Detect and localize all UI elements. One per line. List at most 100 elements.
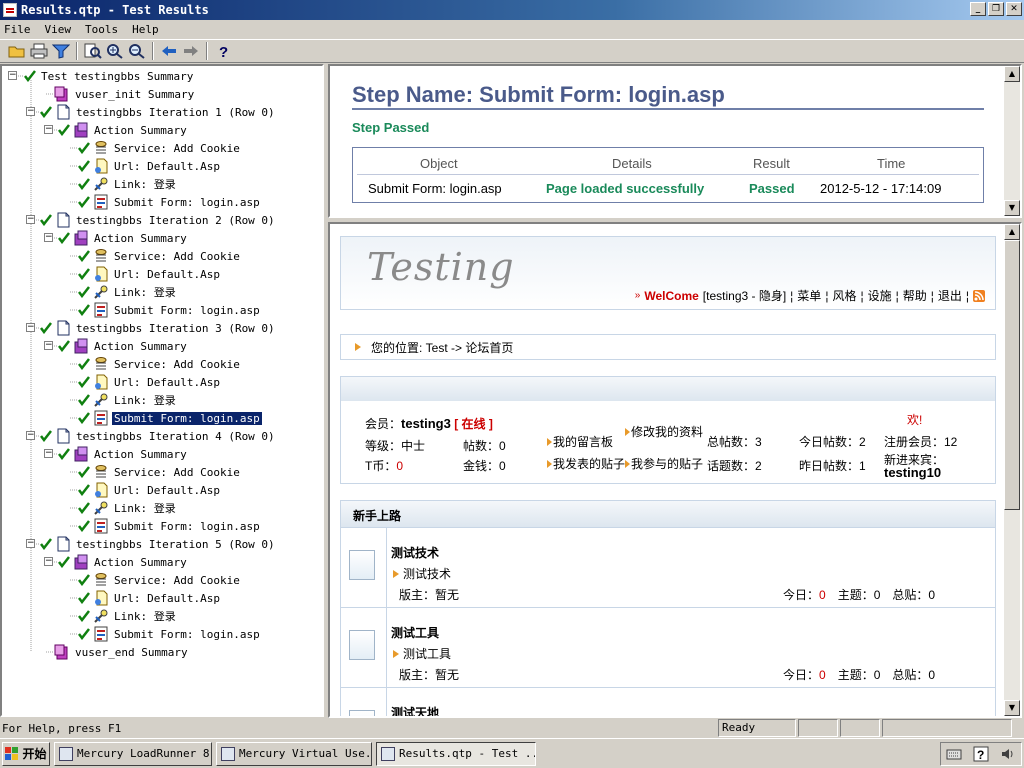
- tree-label[interactable]: vuser_end Summary: [73, 646, 190, 659]
- forum-name[interactable]: 测试天地: [391, 704, 439, 716]
- tree-step[interactable]: Link: 登录: [78, 607, 178, 625]
- tree-step[interactable]: Submit Form: login.asp: [78, 193, 262, 211]
- tree-label[interactable]: Url: Default.Asp: [112, 484, 222, 497]
- tree-iteration[interactable]: testingbbs Iteration 5 (Row 0): [40, 535, 277, 553]
- tree-label[interactable]: testingbbs Iteration 5 (Row 0): [74, 538, 277, 551]
- collapse-toggle[interactable]: −: [44, 341, 53, 350]
- my-participated-link[interactable]: 我参与的贴子: [625, 457, 703, 471]
- tree-label[interactable]: Link: 登录: [112, 392, 178, 408]
- task-results[interactable]: Results.qtp - Test ...: [376, 741, 536, 766]
- menu-help[interactable]: Help: [132, 23, 159, 36]
- scroll-down-button[interactable]: ▼: [1004, 700, 1020, 716]
- tree-label[interactable]: Url: Default.Asp: [112, 592, 222, 605]
- my-posts-link[interactable]: 我发表的贴子: [547, 457, 625, 471]
- task-loadrunner[interactable]: Mercury LoadRunner 8.1: [54, 741, 212, 766]
- volume-icon[interactable]: [1000, 746, 1016, 762]
- tree-step[interactable]: Submit Form: login.asp: [78, 301, 262, 319]
- tree-step[interactable]: Submit Form: login.asp: [78, 409, 263, 427]
- task-virtual-user[interactable]: Mercury Virtual Use...: [216, 741, 372, 766]
- tree-label[interactable]: Url: Default.Asp: [112, 376, 222, 389]
- newest-member-name[interactable]: testing10: [884, 465, 941, 480]
- scroll-up-button[interactable]: ▲: [1004, 66, 1020, 82]
- tree-step[interactable]: Link: 登录: [78, 391, 178, 409]
- tree-label[interactable]: Action Summary: [92, 448, 189, 461]
- forward-icon[interactable]: [180, 41, 202, 61]
- tree-action-summary[interactable]: Action Summary: [58, 337, 189, 355]
- tree-label[interactable]: Service: Add Cookie: [112, 574, 242, 587]
- tree-iteration[interactable]: testingbbs Iteration 1 (Row 0): [40, 103, 277, 121]
- tree-label[interactable]: Test testingbbs Summary: [39, 70, 195, 83]
- zoom-out-icon[interactable]: [126, 41, 148, 61]
- tree-step[interactable]: Url: Default.Asp: [78, 589, 222, 607]
- collapse-toggle[interactable]: −: [8, 71, 17, 80]
- filter-icon[interactable]: [50, 41, 72, 61]
- tree-label[interactable]: Service: Add Cookie: [112, 250, 242, 263]
- step-scrollbar[interactable]: ▲ ▼: [1004, 66, 1020, 216]
- tree-label[interactable]: Action Summary: [92, 556, 189, 569]
- tree-step[interactable]: Service: Add Cookie: [78, 247, 242, 265]
- tree-label[interactable]: Service: Add Cookie: [112, 466, 242, 479]
- rss-icon[interactable]: [973, 289, 985, 302]
- open-icon[interactable]: [6, 41, 28, 61]
- menu-view[interactable]: View: [45, 23, 72, 36]
- start-button[interactable]: 开始: [2, 741, 50, 766]
- tree-step[interactable]: Service: Add Cookie: [78, 139, 242, 157]
- scroll-thumb[interactable]: [1004, 240, 1020, 510]
- tree-step[interactable]: Submit Form: login.asp: [78, 517, 262, 535]
- collapse-toggle[interactable]: −: [26, 215, 35, 224]
- user-status[interactable]: [testing3 - 隐身]: [703, 287, 786, 304]
- menu-file[interactable]: File: [4, 23, 31, 36]
- tree-step[interactable]: Service: Add Cookie: [78, 463, 242, 481]
- tree-step[interactable]: Link: 登录: [78, 283, 178, 301]
- tree-action-summary[interactable]: Action Summary: [58, 553, 189, 571]
- title-bar[interactable]: Results.qtp - Test Results _ ❐ ✕: [0, 0, 1024, 20]
- find-icon[interactable]: [82, 41, 104, 61]
- forum-name[interactable]: 测试技术: [391, 544, 439, 561]
- tree-action-summary[interactable]: Action Summary: [58, 229, 189, 247]
- tree-label[interactable]: testingbbs Iteration 1 (Row 0): [74, 106, 277, 119]
- tree-label[interactable]: Submit Form: login.asp: [111, 410, 263, 426]
- tree-iteration[interactable]: testingbbs Iteration 2 (Row 0): [40, 211, 277, 229]
- tree-label[interactable]: Submit Form: login.asp: [112, 520, 262, 533]
- tree-step[interactable]: Link: 登录: [78, 175, 178, 193]
- tree-vuser-end[interactable]: vuser_end Summary: [54, 643, 190, 661]
- tree-label[interactable]: Link: 登录: [112, 284, 178, 300]
- edit-profile-link[interactable]: 修改我的资料: [625, 425, 703, 439]
- tree-vuser-init[interactable]: vuser_init Summary: [54, 85, 196, 103]
- tree-label[interactable]: Link: 登录: [112, 500, 178, 516]
- tree-action-summary[interactable]: Action Summary: [58, 445, 189, 463]
- tree-label[interactable]: Url: Default.Asp: [112, 268, 222, 281]
- tree-iteration[interactable]: testingbbs Iteration 3 (Row 0): [40, 319, 277, 337]
- back-icon[interactable]: [158, 41, 180, 61]
- nav-menu[interactable]: 菜单: [797, 287, 821, 304]
- collapse-toggle[interactable]: −: [26, 107, 35, 116]
- tree-step[interactable]: Url: Default.Asp: [78, 373, 222, 391]
- breadcrumb-text[interactable]: 您的位置: Test -> 论坛首页: [371, 339, 513, 356]
- collapse-toggle[interactable]: −: [44, 557, 53, 566]
- collapse-toggle[interactable]: −: [44, 233, 53, 242]
- nav-help[interactable]: 帮助: [903, 287, 927, 304]
- tree-label[interactable]: Link: 登录: [112, 176, 178, 192]
- tree-action-summary[interactable]: Action Summary: [58, 121, 189, 139]
- tree-label[interactable]: Link: 登录: [112, 608, 178, 624]
- tree-label[interactable]: Service: Add Cookie: [112, 142, 242, 155]
- help-icon[interactable]: ?: [212, 41, 234, 61]
- collapse-toggle[interactable]: −: [26, 323, 35, 332]
- menu-tools[interactable]: Tools: [85, 23, 118, 36]
- tree-label[interactable]: Action Summary: [92, 340, 189, 353]
- collapse-toggle[interactable]: −: [26, 539, 35, 548]
- tree-root[interactable]: Test testingbbs Summary: [24, 67, 195, 85]
- tree-label[interactable]: Service: Add Cookie: [112, 358, 242, 371]
- tree-iteration[interactable]: testingbbs Iteration 4 (Row 0): [40, 427, 277, 445]
- results-tree[interactable]: Test testingbbs Summary − vuser_init Summa…: [0, 64, 324, 717]
- restore-button[interactable]: ❐: [988, 2, 1004, 16]
- tree-step[interactable]: Url: Default.Asp: [78, 265, 222, 283]
- my-guestbook-link[interactable]: 我的留言板: [547, 433, 613, 450]
- print-icon[interactable]: [28, 41, 50, 61]
- tree-step[interactable]: Url: Default.Asp: [78, 157, 222, 175]
- browser-scrollbar[interactable]: ▲ ▼: [1004, 224, 1020, 716]
- tree-label[interactable]: Submit Form: login.asp: [112, 304, 262, 317]
- tree-step[interactable]: Submit Form: login.asp: [78, 625, 262, 643]
- tree-label[interactable]: vuser_init Summary: [73, 88, 196, 101]
- close-button[interactable]: ✕: [1006, 2, 1022, 16]
